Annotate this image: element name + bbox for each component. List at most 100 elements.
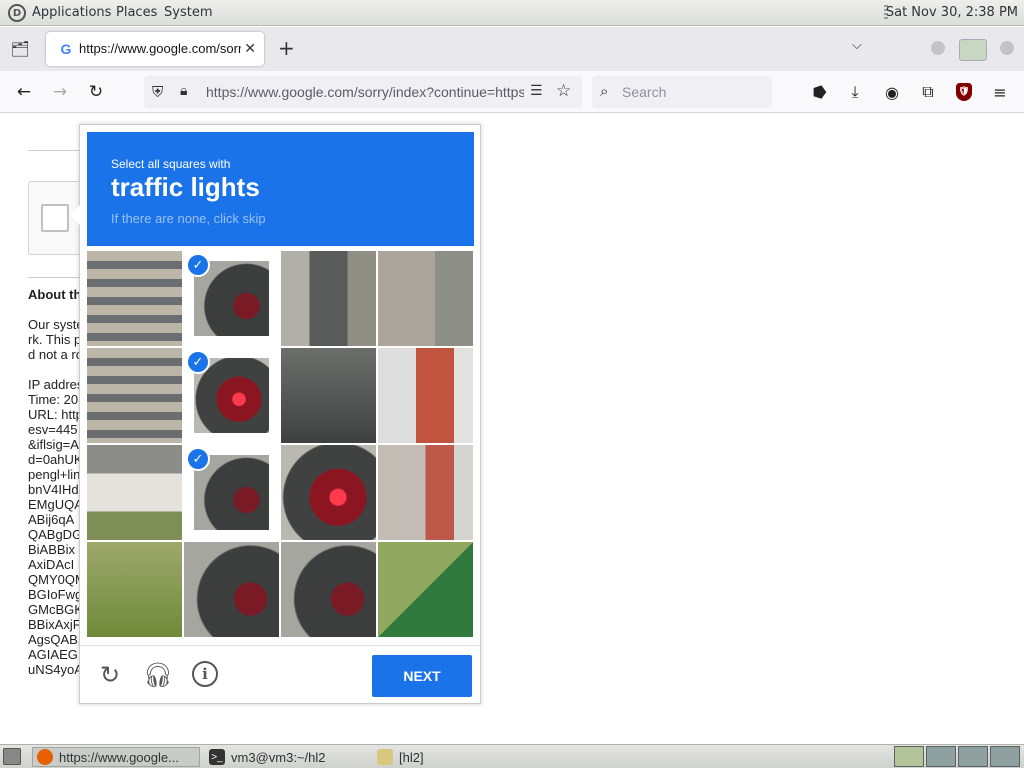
task-terminal[interactable]: >_ vm3@vm3:~/hl2 — [204, 747, 368, 767]
captcha-tile[interactable] — [281, 251, 376, 346]
about-line: Our systems have detected unusual traffi… — [28, 317, 80, 332]
tab-close-icon[interactable]: ✕ — [244, 40, 256, 57]
reader-view-icon[interactable]: ☰ — [530, 83, 543, 99]
about-line: &iflsig=A — [28, 437, 79, 452]
forward-arrow-icon[interactable]: → — [49, 81, 71, 103]
captcha-tile[interactable] — [281, 445, 376, 540]
reload-page-icon[interactable]: ↻ — [85, 81, 107, 103]
about-line: rk. This page checks to see if it's real… — [28, 332, 80, 347]
tab-bar: 🗂︎ G https://www.google.com/sorry/index?… — [0, 27, 1024, 71]
applications-menu[interactable]: Applications — [32, 5, 111, 20]
tab-list-icon[interactable]: 🗂︎ — [8, 37, 32, 61]
about-line: BiABBix — [28, 542, 75, 557]
url-text[interactable]: https://www.google.com/sorry/index?conti… — [206, 84, 524, 100]
about-line — [28, 362, 80, 377]
about-line: URL: https — [28, 407, 80, 422]
task-label: [hl2] — [399, 749, 424, 765]
info-icon[interactable]: i — [192, 661, 218, 687]
about-line: QABgDG — [28, 527, 80, 542]
tab-google-sorry[interactable]: G https://www.google.com/sorry/index?con… — [46, 32, 264, 66]
bookmark-star-icon[interactable]: ☆ — [556, 81, 571, 101]
checkmark-icon: ✓ — [186, 253, 210, 277]
places-menu[interactable]: Places — [116, 5, 157, 20]
about-line: bnV4IHd — [28, 482, 79, 497]
about-line: AxiDAcI — [28, 557, 75, 572]
about-line: d not a robot. — [28, 347, 80, 362]
divider — [28, 150, 80, 151]
captcha-tile[interactable] — [184, 542, 279, 637]
captcha-tile[interactable] — [378, 348, 473, 443]
about-line: pengl+lin — [28, 467, 80, 482]
pocket-icon[interactable]: ⭓ — [809, 81, 831, 103]
tracking-shield-icon[interactable]: ⛨ — [152, 83, 163, 101]
workspace-2[interactable] — [926, 746, 956, 767]
reload-icon[interactable]: ↻ — [96, 661, 124, 689]
window-minimize-button[interactable] — [931, 41, 945, 55]
next-button[interactable]: NEXT — [372, 655, 472, 697]
search-input[interactable] — [622, 80, 762, 104]
recaptcha-checkbox[interactable] — [41, 204, 69, 232]
about-line: BBixAxjF — [28, 617, 80, 632]
captcha-tile-selected[interactable]: ✓ — [184, 348, 279, 443]
show-desktop-icon[interactable] — [3, 748, 21, 765]
captcha-tile[interactable] — [378, 542, 473, 637]
extensions-icon[interactable]: ⧉ — [917, 81, 939, 103]
about-line: AGIAEG — [28, 647, 78, 662]
about-line: Time: 20 — [28, 392, 79, 407]
workspace-switcher[interactable] — [894, 746, 1020, 767]
task-label: vm3@vm3:~/hl2 — [231, 749, 326, 765]
captcha-tile[interactable] — [281, 348, 376, 443]
about-line: IP address: — [28, 377, 80, 392]
window-close-button[interactable] — [1000, 41, 1014, 55]
headphones-icon[interactable]: 🎧︎ — [143, 661, 173, 689]
about-line: AgsQAB — [28, 632, 78, 647]
prompt-hint: If there are none, click skip — [111, 211, 266, 226]
clock[interactable]: Sat Nov 30, 2:38 PM — [886, 5, 1018, 20]
workspace-4[interactable] — [990, 746, 1020, 767]
about-line: GMcBGK — [28, 602, 80, 617]
captcha-tile[interactable] — [281, 542, 376, 637]
hamburger-menu-icon[interactable]: ≡ — [989, 81, 1011, 103]
terminal-icon: >_ — [209, 749, 225, 765]
captcha-tile-selected[interactable]: ✓ — [184, 445, 279, 540]
challenge-footer: ↻ 🎧︎ i NEXT — [80, 645, 480, 703]
prompt-target: traffic lights — [111, 172, 260, 202]
divider — [28, 277, 80, 278]
about-body: Our systems have detected unusual traffi… — [28, 317, 80, 677]
about-line: uNS4yoA — [28, 662, 80, 677]
prompt-instruction: Select all squares with — [111, 157, 231, 171]
search-icon: ⌕ — [600, 82, 609, 100]
lock-icon[interactable]: 🔒︎ — [180, 83, 187, 99]
search-bar[interactable]: ⌕ — [592, 76, 772, 108]
captcha-tile[interactable] — [87, 445, 182, 540]
system-menu[interactable]: System — [164, 5, 212, 20]
taskbar: https://www.google... >_ vm3@vm3:~/hl2 [… — [0, 744, 1024, 768]
task-label: https://www.google... — [59, 749, 179, 765]
chevron-down-icon[interactable]: ⌵ — [852, 38, 862, 53]
about-line: EMgUQA — [28, 497, 80, 512]
captcha-tile[interactable] — [87, 348, 182, 443]
url-bar[interactable]: ⛨ 🔒︎ https://www.google.com/sorry/index?… — [144, 76, 582, 108]
window-maximize-button[interactable] — [959, 39, 987, 61]
ublock-icon[interactable]: 🛡︎ — [956, 83, 972, 101]
about-line: d=0ahUK — [28, 452, 80, 467]
task-folder[interactable]: [hl2] — [372, 747, 532, 767]
tab-title: https://www.google.com/sorry/index?conti… — [79, 41, 241, 56]
workspace-1[interactable] — [894, 746, 924, 767]
top-panel: D Applications Places System Sat Nov 30,… — [0, 0, 1024, 26]
back-arrow-icon[interactable]: ← — [13, 81, 35, 103]
captcha-tile[interactable] — [378, 251, 473, 346]
firefox-icon — [37, 749, 53, 765]
captcha-tile-selected[interactable]: ✓ — [184, 251, 279, 346]
new-tab-icon[interactable]: + — [278, 36, 295, 60]
distro-logo-icon[interactable]: D — [8, 4, 26, 22]
captcha-tile[interactable] — [378, 445, 473, 540]
checkmark-icon: ✓ — [186, 350, 210, 374]
workspace-3[interactable] — [958, 746, 988, 767]
captcha-tile[interactable] — [87, 542, 182, 637]
download-icon[interactable]: ⤓ — [844, 81, 866, 103]
tile-grid: ✓ ✓ ✓ — [87, 251, 475, 639]
task-firefox[interactable]: https://www.google... — [32, 747, 200, 767]
account-icon[interactable]: ◉ — [881, 81, 903, 103]
captcha-tile[interactable] — [87, 251, 182, 346]
